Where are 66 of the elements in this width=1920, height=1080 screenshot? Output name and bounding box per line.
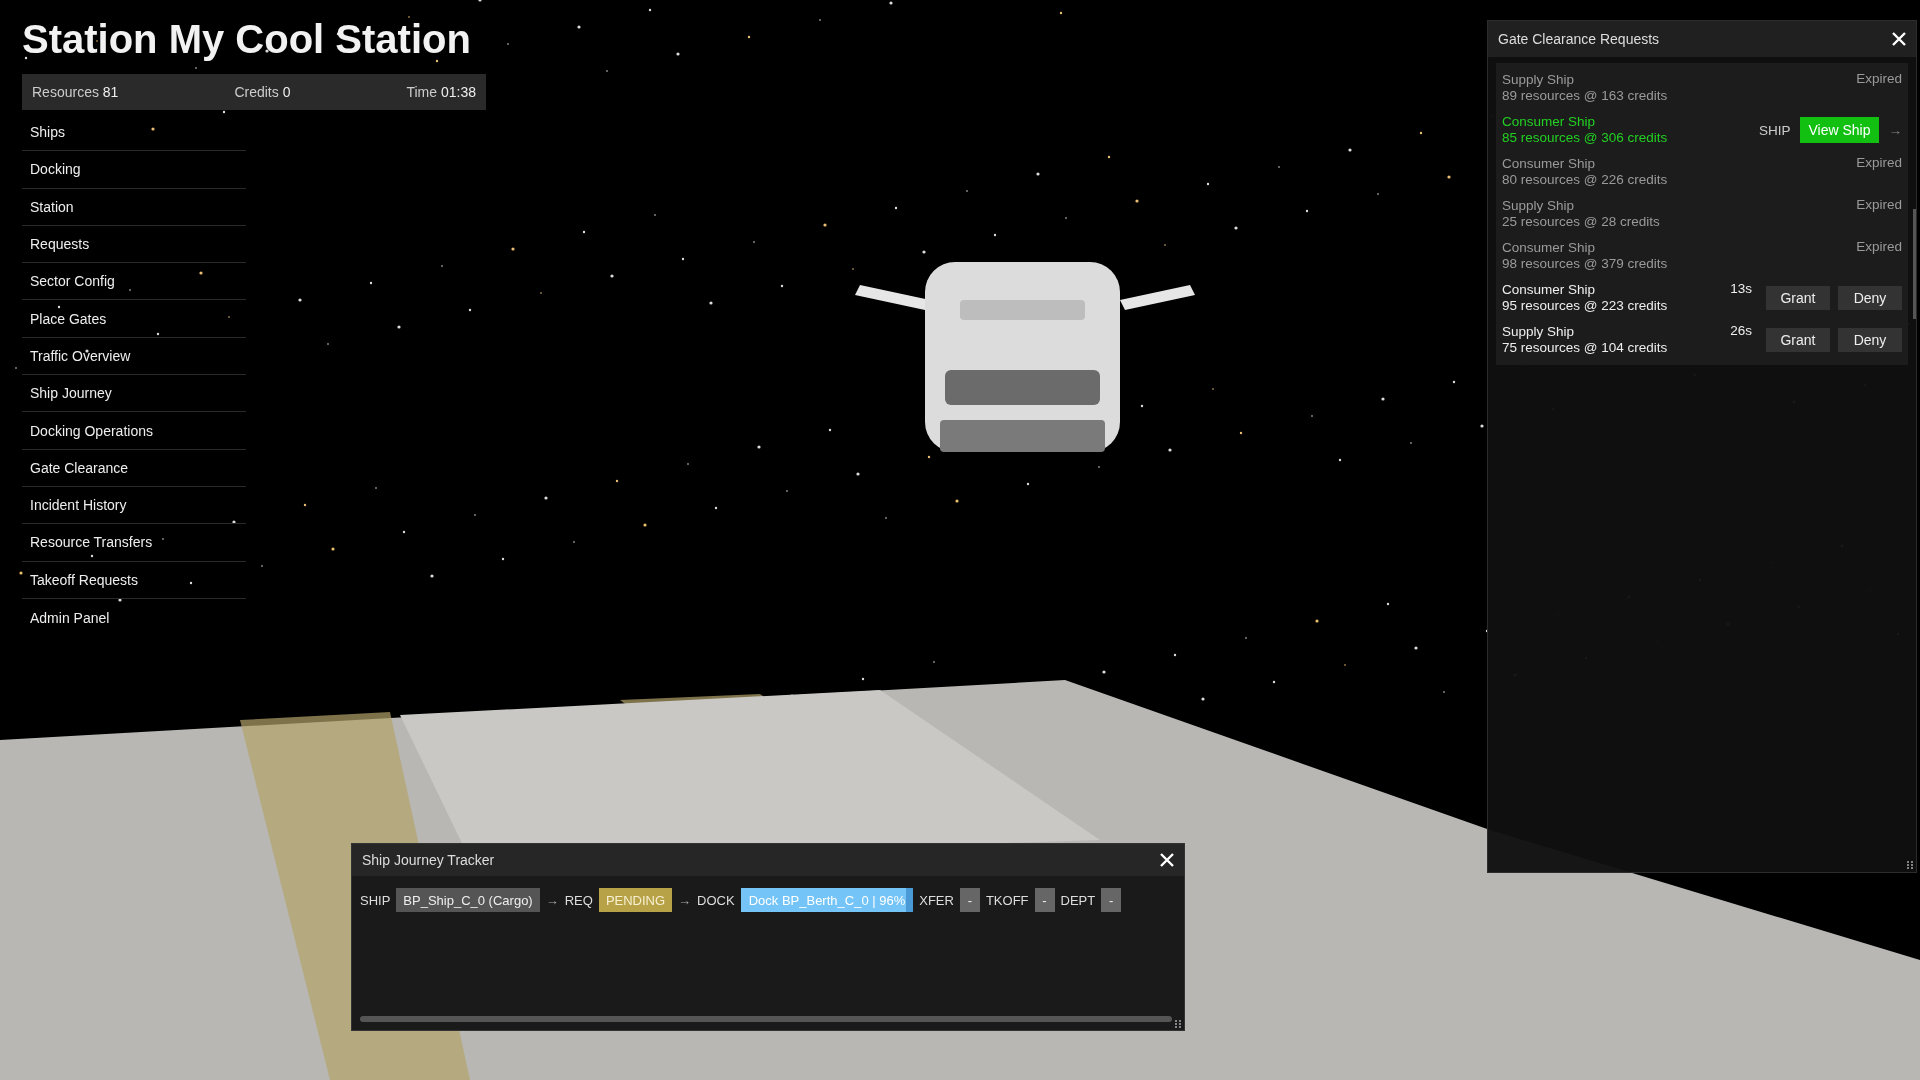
status-text: Expired <box>1856 239 1902 254</box>
deny-button[interactable]: Deny <box>1838 328 1902 352</box>
deny-button[interactable]: Deny <box>1838 286 1902 310</box>
close-icon[interactable] <box>1892 32 1906 46</box>
ship-name: Supply Ship <box>1502 324 1576 340</box>
panel-title: Gate Clearance Requests <box>1498 31 1660 47</box>
stage-label: DOCK <box>697 892 735 908</box>
menu-item[interactable]: Docking <box>22 151 246 189</box>
menu-item[interactable]: Ships <box>22 114 246 152</box>
station-title: Station My Cool Station <box>22 16 472 63</box>
stage-chip: - <box>1034 888 1055 912</box>
menu-item[interactable]: Traffic Overview <box>22 337 246 376</box>
stage-chip: - <box>959 888 980 912</box>
stage-chip: BP_Ship_C_0 (Cargo) <box>396 888 540 912</box>
menu-item[interactable]: Resource Transfers <box>22 524 246 562</box>
stage-chip: - <box>1101 888 1122 912</box>
menu-item[interactable]: Place Gates <box>22 300 246 338</box>
arrow-text: → <box>1888 122 1902 138</box>
resize-grip-icon[interactable] <box>1907 861 1913 869</box>
menu-item[interactable]: Gate Clearance <box>22 449 246 487</box>
menu-item[interactable]: Incident History <box>22 486 246 525</box>
menu-item[interactable]: Station <box>22 188 246 226</box>
menu-item[interactable]: Takeoff Requests <box>22 561 246 599</box>
request-detail: 95 resources @ 223 credits <box>1502 298 1669 314</box>
menu-item[interactable]: Sector Config <box>22 263 246 301</box>
resize-grip-icon[interactable] <box>1175 1020 1181 1028</box>
arrow-text: → <box>678 892 692 908</box>
grant-button[interactable]: Grant <box>1766 286 1830 310</box>
close-icon[interactable] <box>1160 853 1174 867</box>
ship-name: Supply Ship <box>1502 198 1576 214</box>
status-text: Expired <box>1856 155 1902 170</box>
ship-name: Consumer Ship <box>1502 240 1597 256</box>
menu-item[interactable]: Admin Panel <box>22 598 246 637</box>
ship-label: SHIP <box>1758 122 1791 138</box>
menu-item[interactable]: Docking Operations <box>22 412 246 450</box>
request-detail: 25 resources @ 28 credits <box>1502 214 1661 230</box>
stat-text: Resources 81 <box>32 84 119 100</box>
request-detail: 80 resources @ 226 credits <box>1502 172 1669 188</box>
menu-item[interactable]: Requests <box>22 225 246 264</box>
stage-label: DEPT <box>1060 892 1096 908</box>
scrollbar[interactable] <box>360 1016 1172 1022</box>
stat-text: Time 01:38 <box>406 84 476 100</box>
panel-title: Ship Journey Tracker <box>362 852 495 868</box>
stage-label: XFER <box>919 892 954 908</box>
status-text: Expired <box>1856 197 1902 212</box>
grant-button[interactable]: Grant <box>1766 328 1830 352</box>
ship-name: Consumer Ship <box>1502 156 1597 172</box>
ship-name: Consumer Ship <box>1502 114 1597 130</box>
stage-chip: PENDING <box>598 888 673 912</box>
menu-item[interactable]: Ship Journey <box>22 375 246 413</box>
stage-label: TKOFF <box>985 892 1029 908</box>
request-detail: 89 resources @ 163 credits <box>1502 88 1669 104</box>
request-detail: 85 resources @ 306 credits <box>1502 130 1669 146</box>
request-detail: 98 resources @ 379 credits <box>1502 256 1669 272</box>
ship-name: Consumer Ship <box>1502 282 1597 298</box>
timer-text: 26s <box>1730 323 1752 338</box>
scrollbar[interactable] <box>1913 209 1916 319</box>
request-detail: 75 resources @ 104 credits <box>1502 340 1669 356</box>
stat-text: Credits 0 <box>234 84 291 100</box>
stage-label: REQ <box>564 892 593 908</box>
timer-text: 13s <box>1730 281 1752 296</box>
stage-value: Dock BP_Berth_C_0 | 96% <box>748 892 906 908</box>
arrow-text: → <box>545 892 559 908</box>
status-text: Expired <box>1856 71 1902 86</box>
stage-label: SHIP <box>360 892 391 908</box>
ship-name: Supply Ship <box>1502 72 1576 88</box>
